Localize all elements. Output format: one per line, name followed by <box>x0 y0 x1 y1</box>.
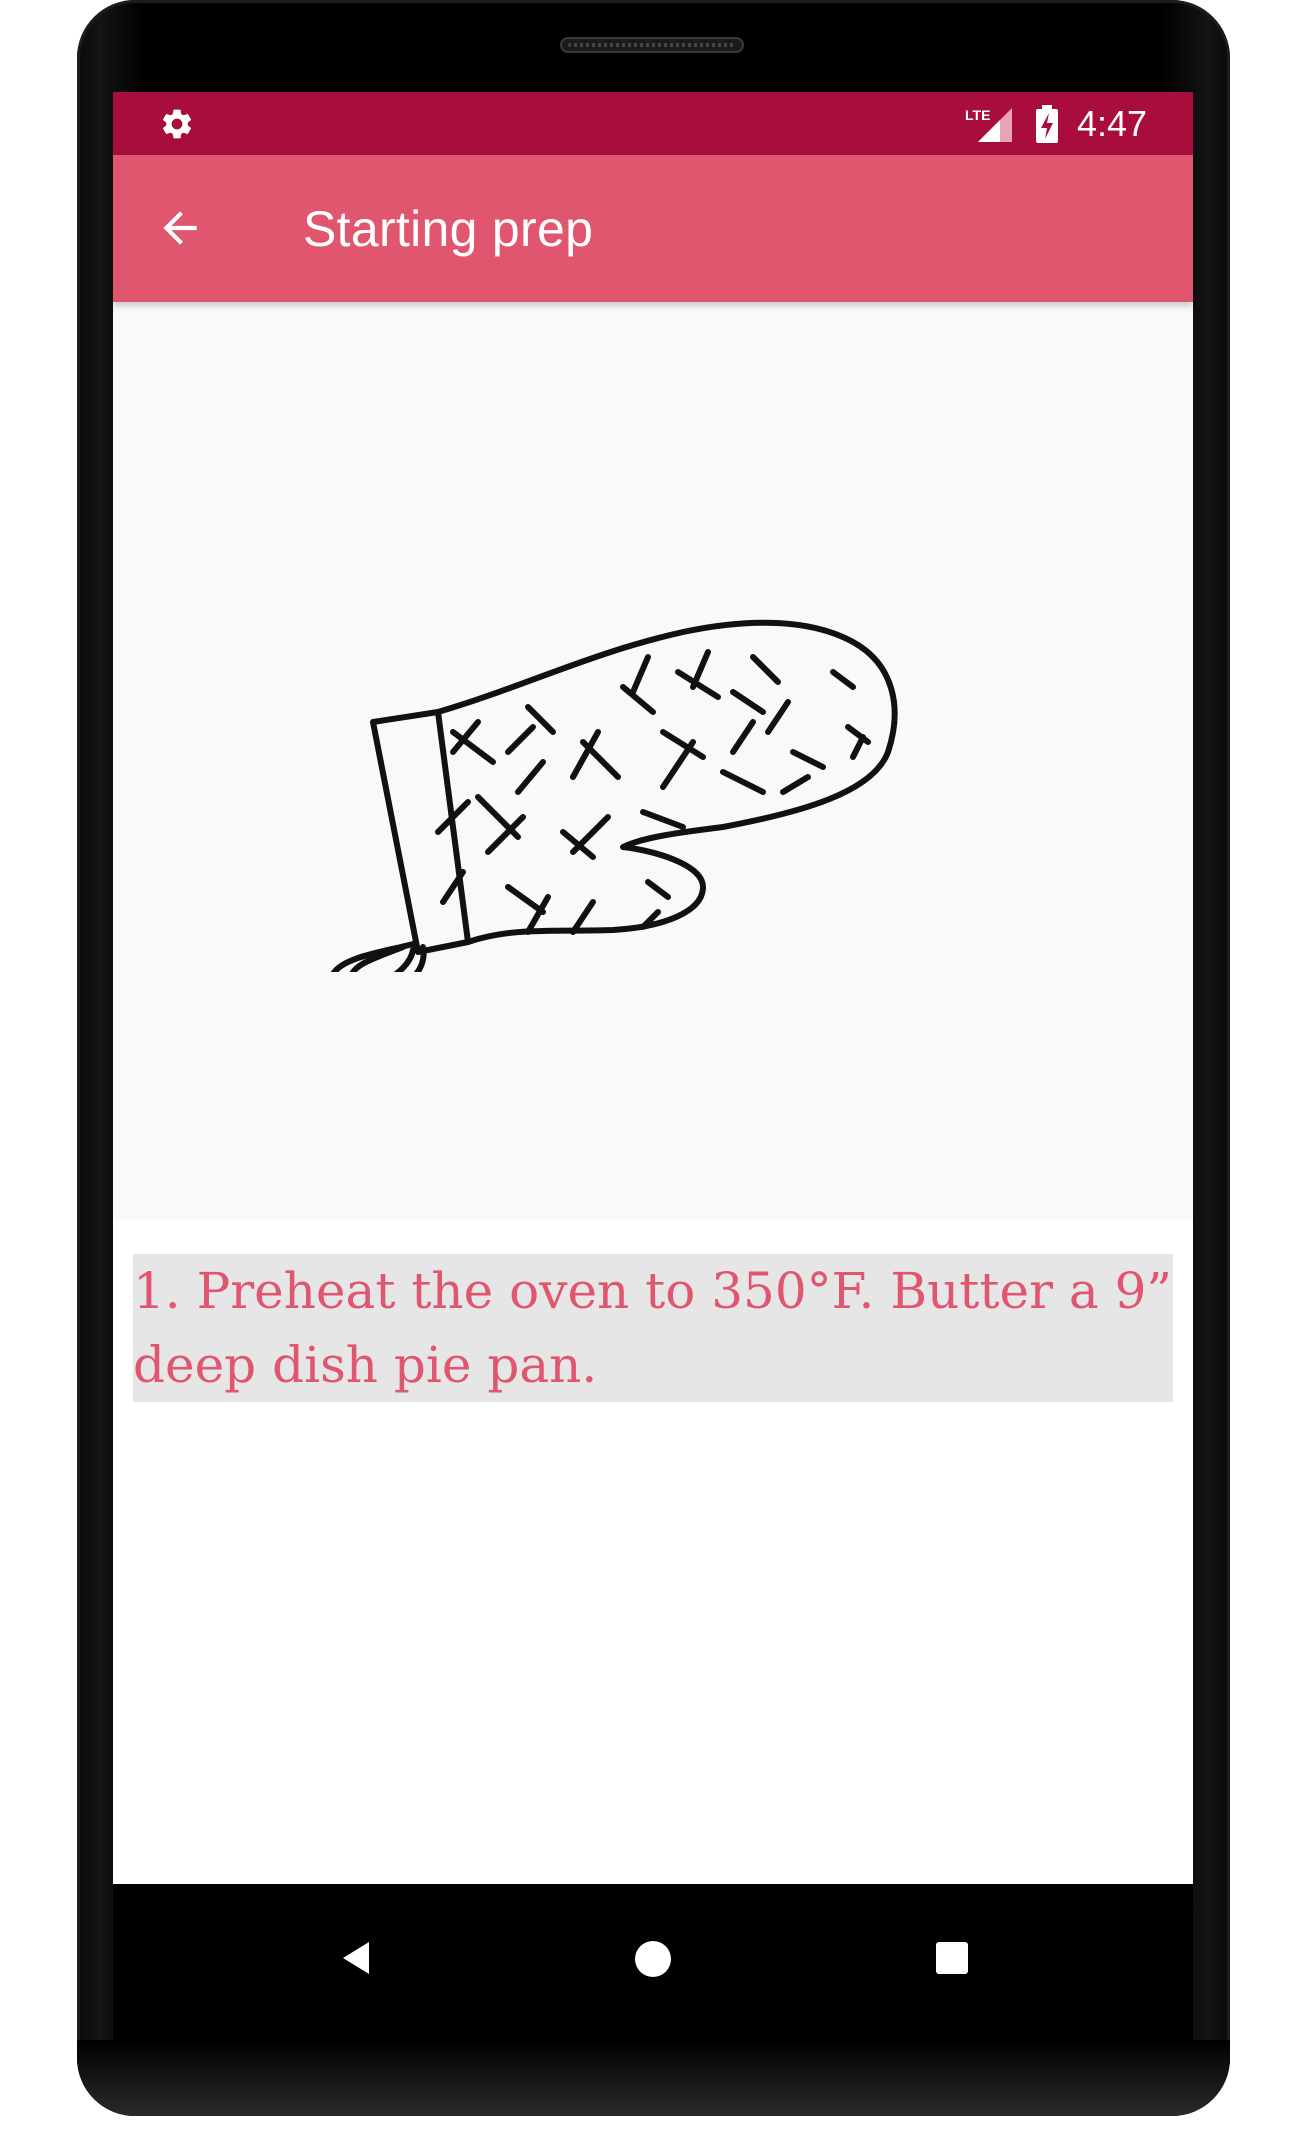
oven-mitt-illustration <box>330 619 898 972</box>
status-bar: LTE 4:47 <box>113 92 1193 155</box>
app-toolbar: Starting prep <box>113 155 1193 302</box>
system-nav-bar <box>113 1884 1193 2040</box>
lte-signal-icon: LTE <box>964 104 1014 144</box>
battery-charging-icon <box>1035 104 1059 144</box>
status-time: 4:47 <box>1077 103 1148 144</box>
arrow-back-icon <box>163 211 197 245</box>
app-screen: LTE 4:47 Starting prep 1. Preheat the ov… <box>113 92 1193 1884</box>
network-type-label: LTE <box>965 107 990 123</box>
back-button[interactable] <box>147 195 213 261</box>
triangle-back-icon[interactable] <box>335 1936 379 1980</box>
square-recents-icon[interactable] <box>936 1942 968 1974</box>
circle-home-icon[interactable] <box>635 1941 671 1977</box>
step-instruction: 1. Preheat the oven to 350°F. Butter a 9… <box>133 1254 1173 1402</box>
gear-icon <box>159 106 195 142</box>
page-title: Starting prep <box>303 201 594 257</box>
step-illustration-area <box>113 302 1193 1220</box>
phone-bottom-edge <box>77 2040 1230 2116</box>
speaker-grille <box>560 37 744 53</box>
